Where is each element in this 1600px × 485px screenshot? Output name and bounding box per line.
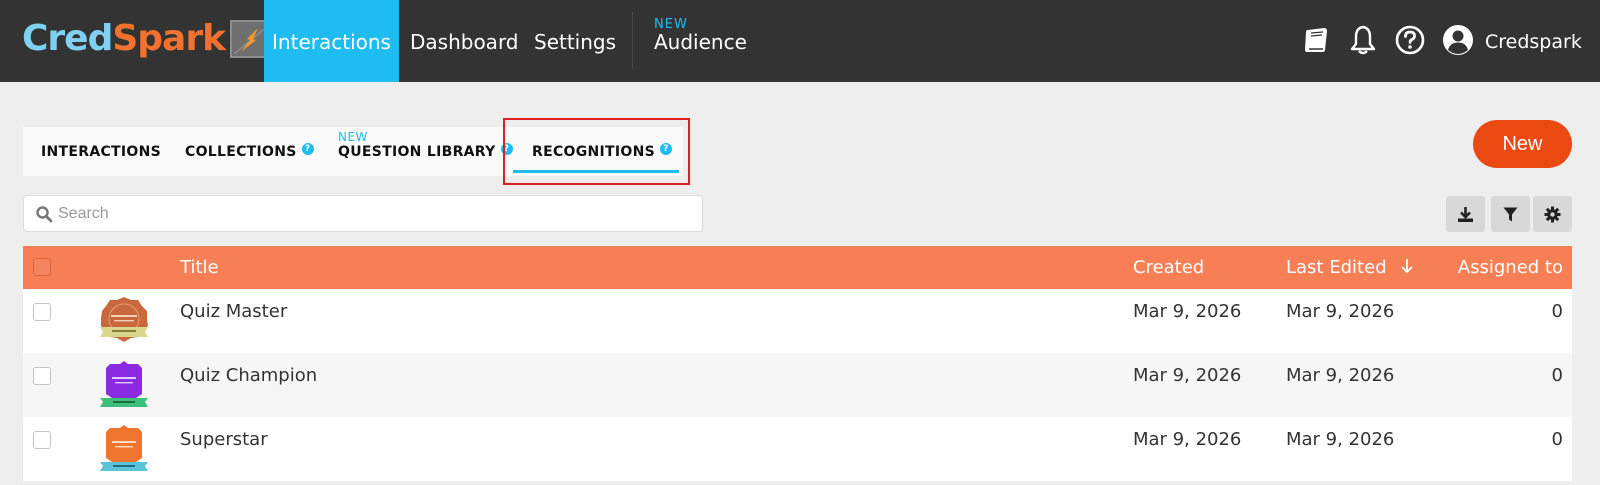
recognition-badge-image xyxy=(100,361,148,407)
nav-dashboard[interactable]: Dashboard xyxy=(410,0,519,82)
created-date: Mar 9, 2026 xyxy=(1133,301,1242,322)
recognition-title[interactable]: Superstar xyxy=(180,417,268,463)
created-date: Mar 9, 2026 xyxy=(1133,365,1242,386)
content-tabs: INTERACTIONS COLLECTIONS? NEW QUESTION L… xyxy=(23,127,683,176)
recognitions-help-icon[interactable]: ? xyxy=(660,143,672,155)
credspark-logo[interactable]: CredSpark xyxy=(22,14,269,64)
tab-interactions[interactable]: INTERACTIONS xyxy=(41,127,161,176)
logo-cred-text: Cred xyxy=(22,18,113,59)
filter-button[interactable] xyxy=(1491,196,1530,232)
table-row[interactable]: Quiz Champion Mar 9, 2026 Mar 9, 2026 0 xyxy=(23,353,1572,417)
tab-question-library[interactable]: QUESTION LIBRARY? xyxy=(338,127,513,176)
user-name[interactable]: Credspark xyxy=(1485,0,1582,82)
filter-icon xyxy=(1503,207,1518,222)
nav-interactions[interactable]: Interactions xyxy=(264,0,399,82)
tab-collections[interactable]: COLLECTIONS? xyxy=(185,127,314,176)
tab-question-library-label: QUESTION LIBRARY xyxy=(338,144,496,160)
last-edited-date: Mar 9, 2026 xyxy=(1286,429,1395,450)
new-button[interactable]: New xyxy=(1473,120,1572,168)
assigned-count: 0 xyxy=(1551,429,1563,450)
assigned-count: 0 xyxy=(1551,365,1563,386)
last-edited-date: Mar 9, 2026 xyxy=(1286,365,1395,386)
table-row[interactable]: Quiz Master Mar 9, 2026 Mar 9, 2026 0 xyxy=(23,289,1572,353)
download-icon xyxy=(1458,207,1473,222)
column-header-assigned-to[interactable]: Assigned to xyxy=(1458,246,1563,289)
search-box xyxy=(23,195,703,232)
last-edited-label: Last Edited xyxy=(1286,257,1387,278)
tab-recognitions[interactable]: RECOGNITIONS? xyxy=(513,127,679,176)
gear-icon xyxy=(1544,206,1561,223)
user-avatar-icon[interactable] xyxy=(1441,23,1475,57)
collections-help-icon[interactable]: ? xyxy=(301,143,314,155)
row-checkbox[interactable] xyxy=(33,431,51,449)
top-navigation-bar: CredSpark Interactions Dashboard Setting… xyxy=(0,0,1600,82)
download-button[interactable] xyxy=(1446,196,1485,232)
table-body: Quiz Master Mar 9, 2026 Mar 9, 2026 0 Qu… xyxy=(23,289,1572,481)
bell-icon[interactable] xyxy=(1346,23,1380,57)
settings-button[interactable] xyxy=(1533,196,1572,232)
search-icon xyxy=(36,206,53,223)
book-icon[interactable] xyxy=(1300,23,1334,57)
nav-settings[interactable]: Settings xyxy=(534,0,616,82)
recognition-badge-image xyxy=(100,297,148,342)
tab-interactions-label: INTERACTIONS xyxy=(41,144,161,160)
column-header-title[interactable]: Title xyxy=(180,246,219,289)
table-header: Title Created Last Edited Assigned to xyxy=(23,246,1572,289)
assigned-count: 0 xyxy=(1551,301,1563,322)
help-icon[interactable] xyxy=(1393,23,1427,57)
recognition-badge-image xyxy=(100,425,148,471)
recognition-title[interactable]: Quiz Champion xyxy=(180,353,317,399)
created-date: Mar 9, 2026 xyxy=(1133,429,1242,450)
tab-recognitions-label: RECOGNITIONS xyxy=(532,144,655,160)
recognition-title[interactable]: Quiz Master xyxy=(180,289,287,335)
nav-audience[interactable]: Audience xyxy=(654,0,747,82)
tab-collections-label: COLLECTIONS xyxy=(185,144,297,160)
question-library-help-icon[interactable]: ? xyxy=(500,143,513,155)
column-header-last-edited[interactable]: Last Edited xyxy=(1286,246,1414,289)
nav-divider xyxy=(632,12,633,69)
column-header-created[interactable]: Created xyxy=(1133,246,1204,289)
logo-spark-text: Spark xyxy=(112,18,226,59)
row-checkbox[interactable] xyxy=(33,303,51,321)
row-checkbox[interactable] xyxy=(33,367,51,385)
recognitions-table: Title Created Last Edited Assigned to Qu… xyxy=(23,246,1572,481)
last-edited-date: Mar 9, 2026 xyxy=(1286,301,1395,322)
select-all-checkbox[interactable] xyxy=(33,258,51,276)
search-input[interactable] xyxy=(58,196,688,231)
table-row[interactable]: Superstar Mar 9, 2026 Mar 9, 2026 0 xyxy=(23,417,1572,481)
active-tab-underline xyxy=(513,170,679,173)
logo-wordmark: CredSpark xyxy=(22,14,226,64)
sort-arrow-down-icon xyxy=(1401,259,1413,274)
logo-spark-icon xyxy=(230,20,269,58)
